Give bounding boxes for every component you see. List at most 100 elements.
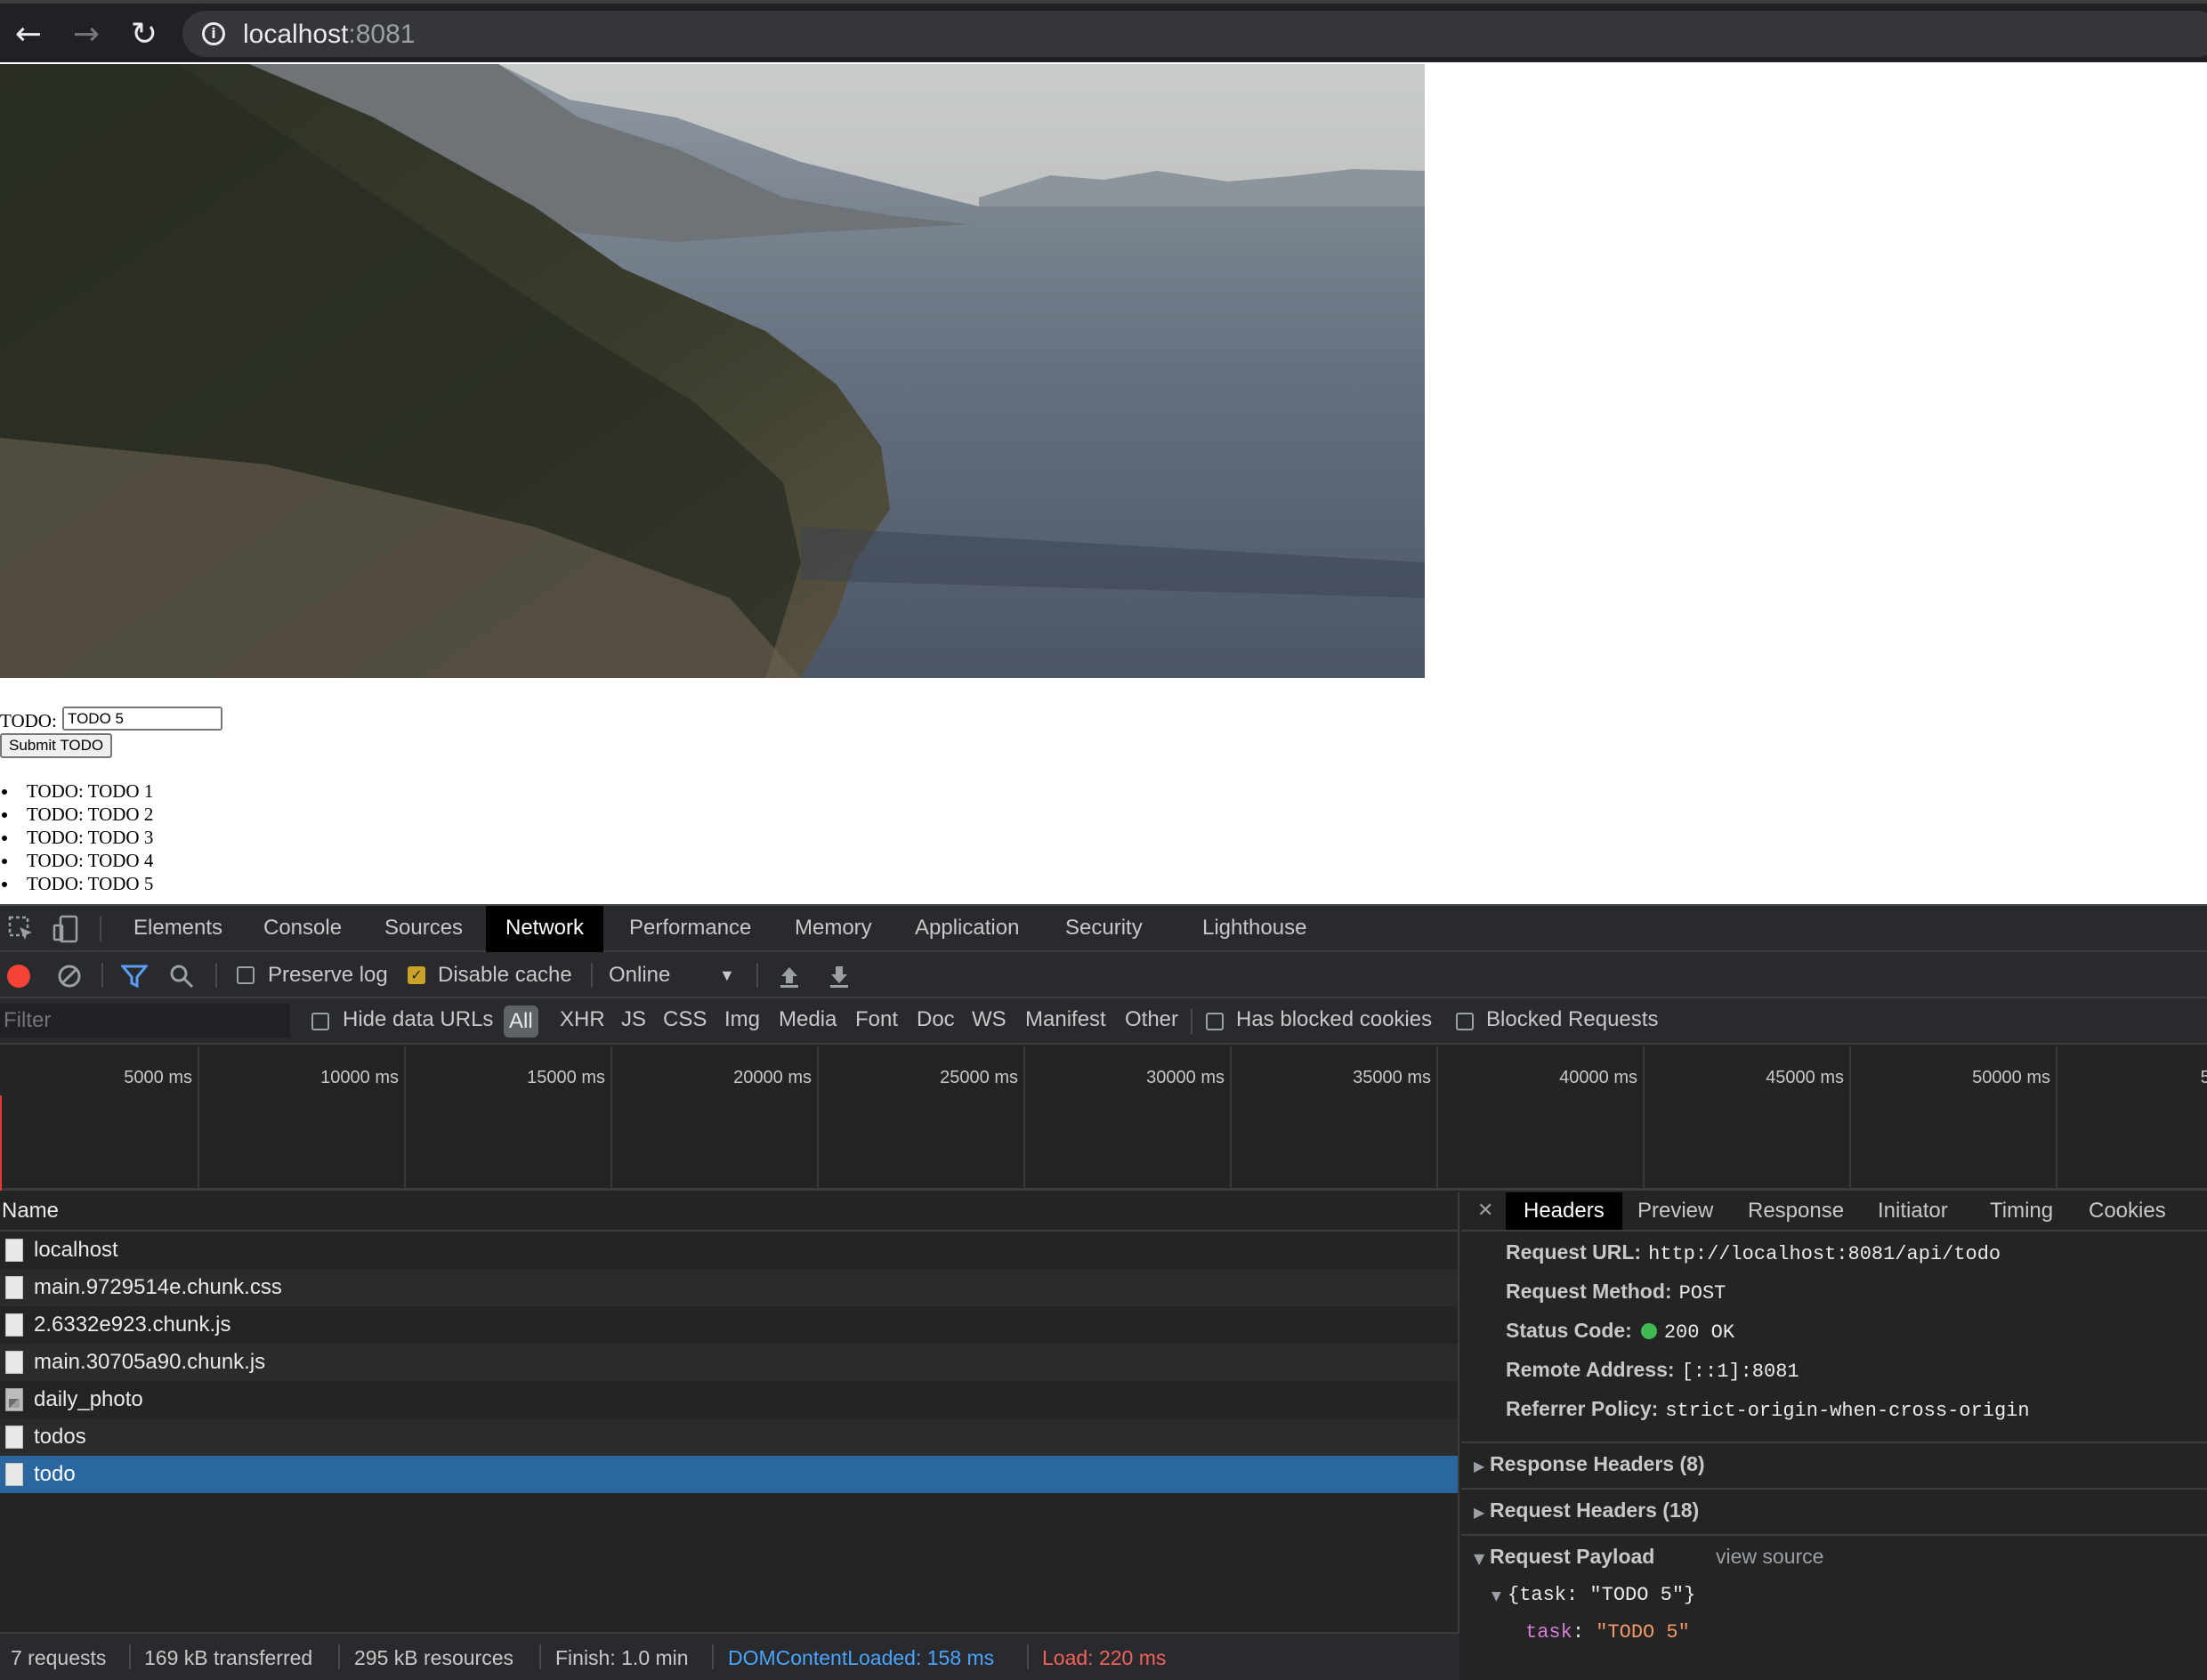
divider	[591, 963, 593, 988]
chevron-down-icon[interactable]: ▼	[719, 966, 735, 985]
request-row[interactable]: main.9729514e.chunk.css	[0, 1269, 1458, 1306]
filter-type-ws[interactable]: WS	[972, 1007, 1006, 1032]
tab-timing[interactable]: Timing	[1972, 1192, 2071, 1230]
divider	[1027, 1644, 1029, 1669]
request-count: 7 requests	[11, 1646, 107, 1669]
preserve-log-checkbox[interactable]	[237, 966, 255, 984]
document-icon	[5, 1276, 23, 1299]
tab-security[interactable]: Security	[1046, 906, 1162, 952]
disable-cache-checkbox[interactable]: ✓	[408, 966, 425, 984]
load-time: Load: 220 ms	[1042, 1646, 1167, 1669]
tab-application[interactable]: Application	[895, 906, 1039, 952]
timeline-gridline	[1849, 1046, 1851, 1191]
divider	[129, 1644, 131, 1669]
filter-type-other[interactable]: Other	[1125, 1007, 1178, 1032]
request-name: todos	[34, 1425, 86, 1449]
timeline-gridline	[1023, 1046, 1025, 1191]
request-url-value: http://localhost:8081/api/todo	[1648, 1243, 2001, 1265]
tab-cookies[interactable]: Cookies	[2071, 1192, 2184, 1230]
export-har-icon[interactable]	[828, 964, 851, 989]
tab-response[interactable]: Response	[1730, 1192, 1862, 1230]
url-text[interactable]: localhost:8081	[243, 20, 415, 50]
submit-todo-button[interactable]: Submit TODO	[0, 733, 113, 758]
filter-type-img[interactable]: Img	[724, 1007, 760, 1032]
request-name: main.30705a90.chunk.js	[34, 1350, 266, 1374]
tab-lighthouse[interactable]: Lighthouse	[1183, 906, 1326, 952]
filter-type-css[interactable]: CSS	[663, 1007, 707, 1032]
request-row[interactable]: localhost	[0, 1232, 1458, 1269]
view-source-link[interactable]: view source	[1716, 1545, 1823, 1569]
device-toolbar-icon[interactable]	[52, 915, 80, 943]
clear-icon[interactable]	[57, 964, 82, 989]
filter-type-media[interactable]: Media	[779, 1007, 837, 1032]
tab-sources[interactable]: Sources	[365, 906, 482, 952]
request-row[interactable]: main.30705a90.chunk.js	[0, 1344, 1458, 1381]
filter-type-all[interactable]: All	[504, 1006, 538, 1038]
timeline-tick-label: 550	[2200, 1068, 2207, 1087]
timeline-gridline	[817, 1046, 819, 1191]
request-payload-section[interactable]: ▼ Request Payload	[1474, 1545, 1654, 1569]
has-blocked-cookies-label: Has blocked cookies	[1236, 1007, 1433, 1031]
divider	[338, 1644, 340, 1669]
filter-type-manifest[interactable]: Manifest	[1025, 1007, 1106, 1032]
timeline-tick-label: 5000 ms	[124, 1068, 192, 1087]
tab-memory[interactable]: Memory	[775, 906, 892, 952]
tab-elements[interactable]: Elements	[114, 906, 242, 952]
filter-type-js[interactable]: JS	[621, 1007, 646, 1032]
tab-console[interactable]: Console	[244, 906, 361, 952]
tab-initiator[interactable]: Initiator	[1860, 1192, 1966, 1230]
record-button[interactable]	[7, 965, 30, 988]
status-code-row: Status Code: 200 OK	[1506, 1319, 1735, 1344]
info-icon[interactable]: i	[202, 22, 225, 45]
reload-icon[interactable]: ↻	[125, 14, 164, 53]
tab-headers[interactable]: Headers	[1506, 1192, 1622, 1230]
todo-input[interactable]	[62, 707, 222, 731]
request-row[interactable]: daily_photo	[0, 1381, 1458, 1418]
devtools-panel: Elements Console Sources Network Perform…	[0, 904, 2207, 1680]
filter-icon[interactable]	[121, 964, 148, 989]
forward-arrow-icon[interactable]: →	[67, 14, 106, 53]
payload-key: task	[1525, 1621, 1572, 1644]
daily-photo-image	[0, 64, 1425, 678]
referrer-policy-row: Referrer Policy: strict-origin-when-cross…	[1506, 1397, 2030, 1422]
status-ok-dot-icon	[1640, 1323, 1657, 1339]
back-arrow-icon[interactable]: ←	[9, 14, 48, 53]
column-header-name[interactable]: Name	[0, 1192, 1458, 1232]
address-bar[interactable]: i localhost:8081	[182, 11, 2207, 57]
caret-down-icon: ▼	[1474, 1550, 1485, 1567]
request-name: main.9729514e.chunk.css	[34, 1275, 282, 1299]
divider	[539, 1644, 541, 1669]
tab-performance[interactable]: Performance	[610, 906, 771, 952]
network-timeline-overview[interactable]: 5000 ms 10000 ms 15000 ms 20000 ms 25000…	[0, 1046, 2207, 1191]
tab-preview[interactable]: Preview	[1620, 1192, 1731, 1230]
filter-input[interactable]	[0, 1004, 290, 1038]
payload-object-summary[interactable]: ▼ {task: "TODO 5"}	[1492, 1584, 1695, 1606]
request-list: Name localhost main.9729514e.chunk.css 2…	[0, 1192, 1459, 1632]
filter-type-xhr[interactable]: XHR	[560, 1007, 605, 1032]
throttling-select[interactable]: Online	[609, 963, 670, 988]
payload-value: "TODO 5"	[1596, 1621, 1690, 1644]
request-headers-section[interactable]: ▶ Request Headers (18)	[1474, 1498, 1699, 1522]
tab-network[interactable]: Network	[486, 906, 604, 952]
request-row[interactable]: todos	[0, 1418, 1458, 1456]
close-icon[interactable]: ✕	[1477, 1199, 1493, 1222]
has-blocked-cookies-checkbox[interactable]	[1206, 1013, 1224, 1030]
network-toolbar: Preserve log ✓ Disable cache Online ▼	[0, 952, 2207, 998]
divider	[1191, 1009, 1192, 1034]
hide-data-urls-checkbox[interactable]	[311, 1013, 329, 1030]
search-icon[interactable]	[169, 964, 194, 989]
response-headers-section[interactable]: ▶ Response Headers (8)	[1474, 1452, 1705, 1476]
timeline-tick-label: 20000 ms	[733, 1068, 812, 1087]
resources-size: 295 kB resources	[354, 1646, 513, 1669]
divider	[756, 963, 758, 988]
filter-type-font[interactable]: Font	[855, 1007, 898, 1032]
import-har-icon[interactable]	[778, 964, 801, 989]
blocked-requests-label: Blocked Requests	[1486, 1007, 1659, 1031]
timeline-gridline	[1230, 1046, 1232, 1191]
blocked-requests-checkbox[interactable]	[1456, 1013, 1474, 1030]
request-row[interactable]: 2.6332e923.chunk.js	[0, 1306, 1458, 1344]
inspect-element-icon[interactable]	[7, 915, 36, 943]
filter-type-doc[interactable]: Doc	[917, 1007, 955, 1032]
request-row-selected[interactable]: todo	[0, 1456, 1458, 1493]
todo-item: TODO: TODO 4	[0, 849, 153, 872]
